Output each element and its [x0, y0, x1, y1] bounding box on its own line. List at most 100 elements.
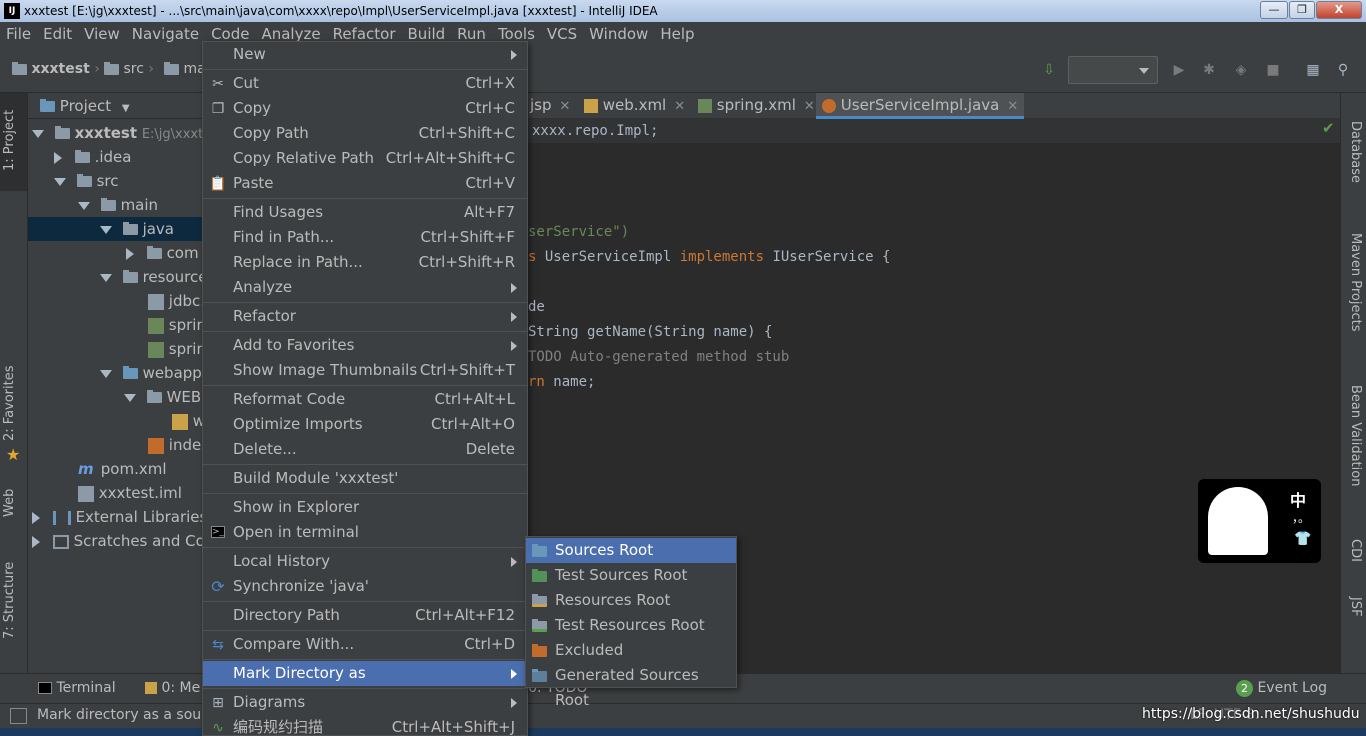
- tab-cdi[interactable]: CDI: [1348, 539, 1363, 562]
- tab-messages[interactable]: 0: Me: [145, 680, 200, 696]
- tab-spring-xml[interactable]: spring.xml ✕: [692, 93, 821, 119]
- menu-item-diagrams[interactable]: ⊞ Diagrams: [203, 690, 527, 715]
- tab-web-xml[interactable]: web.xml ✕: [578, 93, 691, 119]
- menu-window[interactable]: Window: [583, 22, 654, 47]
- tree-item-spring1[interactable]: sprin: [28, 313, 204, 337]
- menu-view[interactable]: View: [78, 22, 126, 47]
- close-icon[interactable]: ✕: [1007, 99, 1018, 114]
- tab-userserviceimpl[interactable]: UserServiceImpl.java ✕: [816, 93, 1025, 119]
- menu-item-synchronize[interactable]: ⟳ Synchronize 'java': [203, 574, 527, 599]
- submenu-item-test-resources-root[interactable]: Test Resources Root: [526, 613, 736, 638]
- menu-item-directory-path[interactable]: Directory Path Ctrl+Alt+F12: [203, 603, 527, 628]
- tab-event-log[interactable]: 2 Event Log: [1236, 680, 1327, 697]
- coverage-icon[interactable]: ◈: [1232, 61, 1250, 79]
- tab-favorites[interactable]: 2: Favorites: [2, 365, 17, 441]
- expand-arrow-icon: [100, 369, 112, 378]
- ime-floating-widget[interactable]: 中 ，。 👕: [1198, 479, 1321, 563]
- search-icon[interactable]: ⚲: [1334, 61, 1352, 79]
- menu-item-copy[interactable]: ❐ Copy Ctrl+C: [203, 96, 527, 121]
- close-icon[interactable]: ✕: [560, 99, 571, 114]
- menu-item-compare-with[interactable]: ⇆ Compare With... Ctrl+D: [203, 632, 527, 657]
- tab-maven-projects[interactable]: Maven Projects: [1348, 233, 1363, 332]
- minimize-button[interactable]: —: [1260, 1, 1288, 19]
- tree-item-src[interactable]: src: [28, 169, 204, 193]
- menu-item-new[interactable]: New: [203, 42, 527, 67]
- menu-file[interactable]: File: [0, 22, 37, 47]
- menu-item-paste[interactable]: 📋 Paste Ctrl+V: [203, 171, 527, 196]
- menu-vcs[interactable]: VCS: [541, 22, 583, 47]
- project-structure-icon[interactable]: ▦: [1304, 61, 1322, 79]
- ime-skin-icon: 👕: [1294, 531, 1312, 547]
- menu-item-build-module[interactable]: Build Module 'xxxtest': [203, 466, 527, 491]
- menu-edit[interactable]: Edit: [37, 22, 78, 47]
- menu-item-cut[interactable]: ✂ Cut Ctrl+X: [203, 71, 527, 96]
- tree-item-scratches[interactable]: Scratches and Con: [28, 529, 204, 553]
- tree-item-webapp[interactable]: webapp: [28, 361, 204, 385]
- submenu-item-generated-sources-root[interactable]: Generated Sources Root: [526, 663, 736, 709]
- menu-item-delete[interactable]: Delete... Delete: [203, 437, 527, 462]
- close-button[interactable]: X: [1316, 1, 1362, 19]
- mark-directory-submenu: Sources Root Test Sources Root Resources…: [525, 536, 737, 709]
- run-config-select[interactable]: [1068, 56, 1158, 84]
- menu-item-find-in-path[interactable]: Find in Path... Ctrl+Shift+F: [203, 225, 527, 250]
- submenu-item-sources-root[interactable]: Sources Root: [526, 538, 736, 563]
- breadcrumb-main[interactable]: ma: [164, 61, 206, 77]
- menu-item-copy-path[interactable]: Copy Path Ctrl+Shift+C: [203, 121, 527, 146]
- tree-item-main[interactable]: main: [28, 193, 204, 217]
- menu-item-refactor[interactable]: Refactor: [203, 304, 527, 329]
- menu-item-optimize-imports[interactable]: Optimize Imports Ctrl+Alt+O: [203, 412, 527, 437]
- menu-item-show-in-explorer[interactable]: Show in Explorer: [203, 495, 527, 520]
- tree-item-web-xml[interactable]: w: [28, 409, 204, 433]
- menu-item-copy-relative-path[interactable]: Copy Relative Path Ctrl+Alt+Shift+C: [203, 146, 527, 171]
- tree-item-jdbc[interactable]: jdbc.: [28, 289, 204, 313]
- breadcrumb-project[interactable]: xxxtest ›: [12, 61, 100, 77]
- menu-item-analyze[interactable]: Analyze: [203, 275, 527, 300]
- menu-item-show-image-thumbnails[interactable]: Show Image Thumbnails Ctrl+Shift+T: [203, 358, 527, 383]
- tree-item-iml[interactable]: xxxtest.iml: [28, 481, 204, 505]
- tree-item-resources[interactable]: resource: [28, 265, 204, 289]
- menu-navigate[interactable]: Navigate: [126, 22, 205, 47]
- menu-item-find-usages[interactable]: Find Usages Alt+F7: [203, 200, 527, 225]
- submenu-item-test-sources-root[interactable]: Test Sources Root: [526, 563, 736, 588]
- vcs-update-icon[interactable]: ⇩: [1040, 61, 1058, 79]
- tab-web[interactable]: Web: [2, 489, 17, 517]
- tab-project[interactable]: 1: Project: [2, 110, 17, 171]
- project-panel-header[interactable]: Project ▼: [28, 93, 204, 119]
- expand-arrow-icon: [54, 177, 66, 186]
- menu-item-reformat-code[interactable]: Reformat Code Ctrl+Alt+L: [203, 387, 527, 412]
- tree-item-index-jsp[interactable]: inde:: [28, 433, 204, 457]
- tab-terminal[interactable]: Terminal: [38, 680, 116, 696]
- menu-item-open-in-terminal[interactable]: >_ Open in terminal: [203, 520, 527, 545]
- tab-database[interactable]: Database: [1348, 121, 1363, 183]
- menu-item-mark-directory-as[interactable]: Mark Directory as: [203, 661, 527, 686]
- tree-item-java[interactable]: java: [28, 217, 204, 241]
- menu-item-replace-in-path[interactable]: Replace in Path... Ctrl+Shift+R: [203, 250, 527, 275]
- tab-jsp[interactable]: jsp ✕: [524, 93, 576, 119]
- stop-icon[interactable]: ■: [1264, 61, 1282, 79]
- menu-item-local-history[interactable]: Local History: [203, 549, 527, 574]
- toggle-tool-windows-icon[interactable]: [10, 708, 27, 724]
- tree-item-spring2[interactable]: sprin: [28, 337, 204, 361]
- tab-jsf[interactable]: JSF: [1348, 597, 1363, 617]
- menu-separator: [203, 464, 527, 465]
- tab-structure[interactable]: 7: Structure: [2, 562, 17, 639]
- tree-item-external-libraries[interactable]: External Libraries: [28, 505, 204, 529]
- breadcrumb-src[interactable]: src ›: [104, 61, 154, 77]
- run-icon[interactable]: ▶: [1170, 61, 1188, 79]
- tree-item-xxxtest[interactable]: xxxtest E:\jg\xxxte: [28, 121, 204, 145]
- code-line-class: s UserServiceImpl implements IUserServic…: [528, 249, 891, 265]
- menu-item-add-to-favorites[interactable]: Add to Favorites: [203, 333, 527, 358]
- maximize-button[interactable]: ❐: [1289, 1, 1315, 19]
- tree-item-web-inf[interactable]: WEB: [28, 385, 204, 409]
- tree-item-pom[interactable]: m pom.xml: [28, 457, 204, 481]
- close-icon[interactable]: ✕: [804, 99, 815, 114]
- tree-item-com[interactable]: com: [28, 241, 204, 265]
- menu-item-code-scan[interactable]: ∿ 编码规约扫描 Ctrl+Alt+Shift+J: [203, 715, 527, 736]
- submenu-item-excluded[interactable]: Excluded: [526, 638, 736, 663]
- debug-icon[interactable]: ✱: [1200, 61, 1218, 79]
- tree-item-idea[interactable]: .idea: [28, 145, 204, 169]
- submenu-item-resources-root[interactable]: Resources Root: [526, 588, 736, 613]
- tab-bean-validation[interactable]: Bean Validation: [1348, 385, 1363, 486]
- close-icon[interactable]: ✕: [674, 99, 685, 114]
- menu-help[interactable]: Help: [654, 22, 700, 47]
